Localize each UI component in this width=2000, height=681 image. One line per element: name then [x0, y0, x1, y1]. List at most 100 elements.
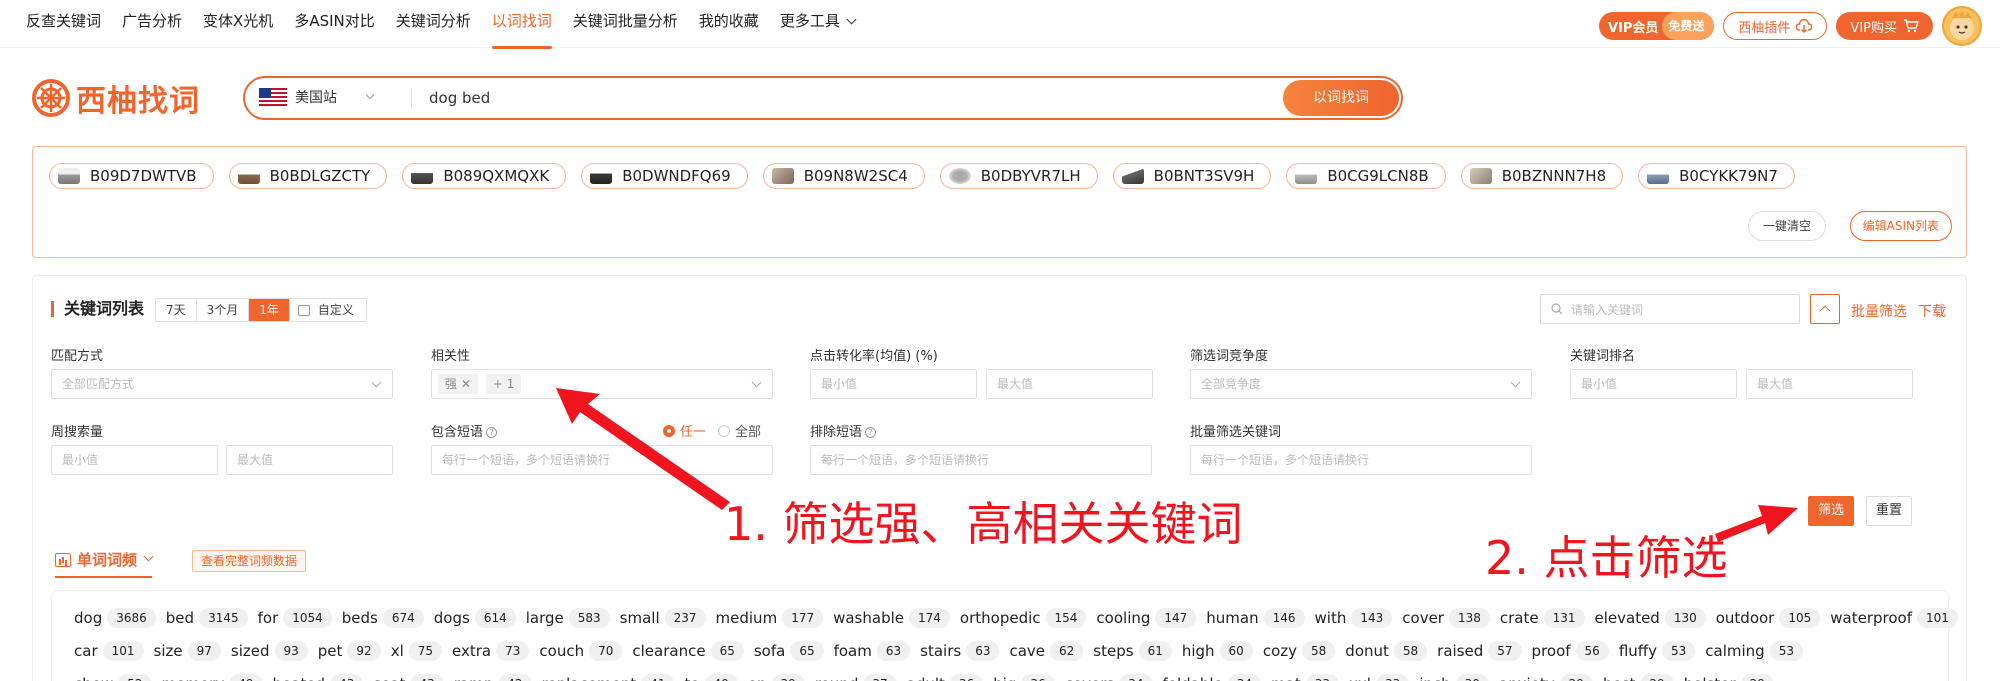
asin-tag[interactable]: B09N8W2SC4 [762, 163, 925, 189]
word-frequency-item[interactable]: outdoor 105 [1716, 607, 1821, 628]
country-select[interactable]: 美国站 [259, 87, 375, 107]
word-frequency-item[interactable]: foam 63 [834, 640, 911, 661]
word-frequency-item[interactable]: with 143 [1315, 607, 1393, 628]
word-frequency-item[interactable]: sofa 65 [754, 640, 824, 661]
filter-button[interactable]: 筛选 [1808, 496, 1854, 526]
word-frequency-item[interactable]: cover 138 [1402, 607, 1490, 628]
rank-max-input[interactable]: 最大值 [1746, 369, 1913, 399]
nav-item-more-tools[interactable]: 更多工具 [780, 10, 857, 48]
asin-tag[interactable]: B0DBYVR7LH [939, 163, 1098, 189]
nav-item-multi-asin[interactable]: 多ASIN对比 [294, 10, 374, 48]
word-frequency-item[interactable]: washable 174 [833, 607, 950, 628]
exclude-phrase-input[interactable]: 每行一个短语，多个短语请换行 [810, 445, 1152, 475]
word-frequency-item[interactable]: best 29 [1603, 673, 1674, 681]
edit-asin-list-button[interactable]: 编辑ASIN列表 [1849, 211, 1952, 241]
vip-member-button[interactable]: VIP会员 免费送 [1598, 12, 1715, 40]
word-frequency-item[interactable]: raised 57 [1437, 640, 1522, 661]
asin-tag[interactable]: B0CG9LCN8B [1286, 163, 1446, 189]
word-frequency-item[interactable]: proof 56 [1532, 640, 1609, 661]
word-frequency-item[interactable]: cozy 58 [1263, 640, 1336, 661]
word-frequency-item[interactable]: foldable 34 [1163, 673, 1262, 681]
word-frequency-item[interactable]: on 39 [748, 673, 805, 681]
word-frequency-item[interactable]: beds 674 [342, 607, 424, 628]
vip-buy-button[interactable]: VIP购买 [1836, 12, 1933, 40]
word-frequency-item[interactable]: xl 75 [391, 640, 443, 661]
search-button[interactable]: 以词找词 [1283, 80, 1399, 116]
word-frequency-item[interactable]: stairs 63 [920, 640, 1000, 661]
download-link[interactable]: 下载 [1918, 301, 1946, 321]
word-frequency-item[interactable]: mat 33 [1271, 673, 1340, 681]
word-frequency-item[interactable]: orthopedic 154 [960, 607, 1087, 628]
nav-item-variant-xray[interactable]: 变体X光机 [203, 10, 273, 48]
radio-any[interactable]: 任一 [663, 421, 706, 440]
word-frequency-item[interactable]: covers 34 [1065, 673, 1153, 681]
word-frequency-item[interactable]: large 583 [526, 607, 610, 628]
batch-filter-link[interactable]: 批量筛选 [1851, 301, 1907, 321]
word-frequency-item[interactable]: heated 43 [273, 673, 364, 681]
competition-select[interactable]: 全部竞争度 [1190, 369, 1532, 399]
brand-logo[interactable]: 西柚找词 [32, 76, 200, 120]
asin-tag[interactable]: B089QXMQXK [402, 163, 567, 189]
word-frequency-item[interactable]: size 97 [154, 640, 221, 661]
nav-item-batch-analysis[interactable]: 关键词批量分析 [573, 10, 678, 48]
asin-tag[interactable]: B0DWNDFQ69 [581, 163, 748, 189]
nav-item-reverse-keyword[interactable]: 反查关键词 [26, 10, 101, 48]
word-frequency-item[interactable]: cooling 147 [1096, 607, 1197, 628]
word-frequency-item[interactable]: bolster 29 [1684, 673, 1774, 681]
nav-item-favorites[interactable]: 我的收藏 [699, 10, 759, 48]
word-frequency-item[interactable]: for 1054 [258, 607, 332, 628]
reset-button[interactable]: 重置 [1866, 496, 1912, 526]
word-frequency-item[interactable]: waterproof 101 [1830, 607, 1958, 628]
collapse-filters-button[interactable] [1810, 294, 1840, 324]
nav-item-word-to-word[interactable]: 以词找词 [491, 10, 552, 49]
word-frequency-item[interactable]: bed 3145 [166, 607, 248, 628]
close-icon[interactable]: ✕ [461, 377, 471, 391]
range-1y[interactable]: 1年 [249, 299, 290, 321]
word-frequency-item[interactable]: fluffy 53 [1619, 640, 1696, 661]
volume-min-input[interactable]: 最小值 [51, 445, 218, 475]
asin-tag[interactable]: B09D7DWTVB [49, 163, 214, 189]
word-frequency-item[interactable]: to 40 [684, 673, 738, 681]
word-frequency-item[interactable]: donut 58 [1345, 640, 1428, 661]
word-frequency-item[interactable]: cave 62 [1009, 640, 1084, 661]
radio-all[interactable]: 全部 [718, 421, 761, 440]
word-frequency-item[interactable]: car 101 [74, 640, 144, 661]
range-7d[interactable]: 7天 [156, 299, 197, 321]
word-frequency-item[interactable]: replacement 41 [542, 673, 675, 681]
nav-item-ad-analysis[interactable]: 广告分析 [122, 10, 182, 48]
help-icon[interactable]: ? [865, 427, 877, 438]
range-custom[interactable]: 自定义 [290, 299, 366, 321]
word-frequency-item[interactable]: calming 53 [1705, 640, 1803, 661]
rank-min-input[interactable]: 最小值 [1570, 369, 1737, 399]
relevance-select[interactable]: 强 ✕ + 1 [431, 369, 773, 399]
asin-tag[interactable]: B0BDLGZCTY [228, 163, 388, 189]
word-frequency-item[interactable]: pet 92 [318, 640, 381, 661]
keyword-search-field[interactable]: 请输入关键词 [1540, 294, 1800, 324]
word-frequency-item[interactable]: medium 177 [716, 607, 824, 628]
word-frequency-item[interactable]: extra 73 [452, 640, 530, 661]
word-frequency-item[interactable]: round 37 [815, 673, 897, 681]
asin-tag[interactable]: B0BZNNN7H8 [1460, 163, 1624, 189]
word-frequency-item[interactable]: steps 61 [1093, 640, 1172, 661]
word-frequency-item[interactable]: sized 93 [231, 640, 308, 661]
word-frequency-item[interactable]: human 146 [1206, 607, 1305, 628]
range-3m[interactable]: 3个月 [196, 299, 250, 321]
word-frequency-item[interactable]: big 36 [993, 673, 1055, 681]
include-phrase-input[interactable]: 每行一个短语，多个短语请换行 [431, 445, 773, 475]
volume-max-input[interactable]: 最大值 [226, 445, 393, 475]
word-frequency-tab[interactable]: 单词词频 [55, 549, 154, 578]
nav-item-keyword-analysis[interactable]: 关键词分析 [396, 10, 471, 48]
word-frequency-item[interactable]: adult 36 [907, 673, 984, 681]
full-frequency-button[interactable]: 查看完整词频数据 [192, 550, 307, 572]
avatar[interactable] [1942, 6, 1982, 46]
asin-tag[interactable]: B0CYKK79N7 [1638, 163, 1795, 189]
match-type-select[interactable]: 全部匹配方式 [51, 369, 393, 399]
plugin-button[interactable]: 西柚插件 [1723, 12, 1828, 40]
clear-all-button[interactable]: 一键清空 [1747, 211, 1826, 241]
word-frequency-item[interactable]: dog 3686 [74, 607, 156, 628]
word-frequency-item[interactable]: chew 52 [74, 673, 152, 681]
word-frequency-item[interactable]: inch 30 [1419, 673, 1489, 681]
search-input[interactable] [429, 87, 1209, 109]
cvr-min-input[interactable]: 最小值 [810, 369, 977, 399]
word-frequency-item[interactable]: small 237 [620, 607, 706, 628]
